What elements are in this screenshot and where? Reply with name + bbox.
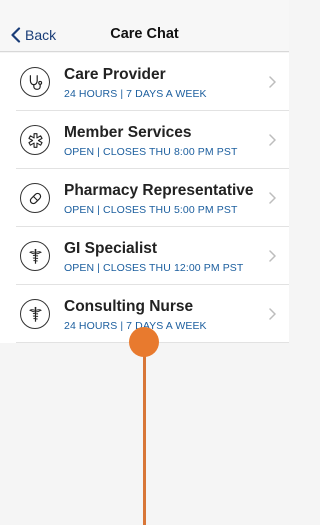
item-title: Member Services [64,124,192,141]
item-hours: OPEN | CLOSES THU 5:00 PM PST [64,204,238,216]
annotation-pointer-dot [129,327,159,357]
item-title: Consulting Nurse [64,298,194,315]
item-hours: 24 HOURS | 7 DAYS A WEEK [64,88,207,100]
caduceus-icon [20,241,50,271]
chevron-right-icon [269,250,276,262]
item-hours: OPEN | CLOSES THU 12:00 PM PST [64,262,244,274]
item-title: Pharmacy Representative [64,182,254,199]
list-item-pharmacy-representative[interactable]: Pharmacy Representative OPEN | CLOSES TH… [0,169,289,227]
pill-icon [20,183,50,213]
chevron-right-icon [269,134,276,146]
item-title: GI Specialist [64,240,158,257]
caduceus-icon [20,299,50,329]
chevron-right-icon [269,308,276,320]
list-item-care-provider[interactable]: Care Provider 24 HOURS | 7 DAYS A WEEK [0,53,289,111]
list-item-member-services[interactable]: Member Services OPEN | CLOSES THU 8:00 P… [0,111,289,169]
chevron-right-icon [269,192,276,204]
navigation-bar: Back Care Chat [0,0,289,52]
stethoscope-icon [20,67,50,97]
chat-options-list: Care Provider 24 HOURS | 7 DAYS A WEEK M… [0,53,289,343]
chevron-right-icon [269,76,276,88]
item-hours: OPEN | CLOSES THU 8:00 PM PST [64,146,238,158]
star-of-life-icon [20,125,50,155]
list-item-gi-specialist[interactable]: GI Specialist OPEN | CLOSES THU 12:00 PM… [0,227,289,285]
item-title: Care Provider [64,66,166,83]
page-title: Care Chat [110,26,179,42]
annotation-pointer-line [143,340,146,525]
